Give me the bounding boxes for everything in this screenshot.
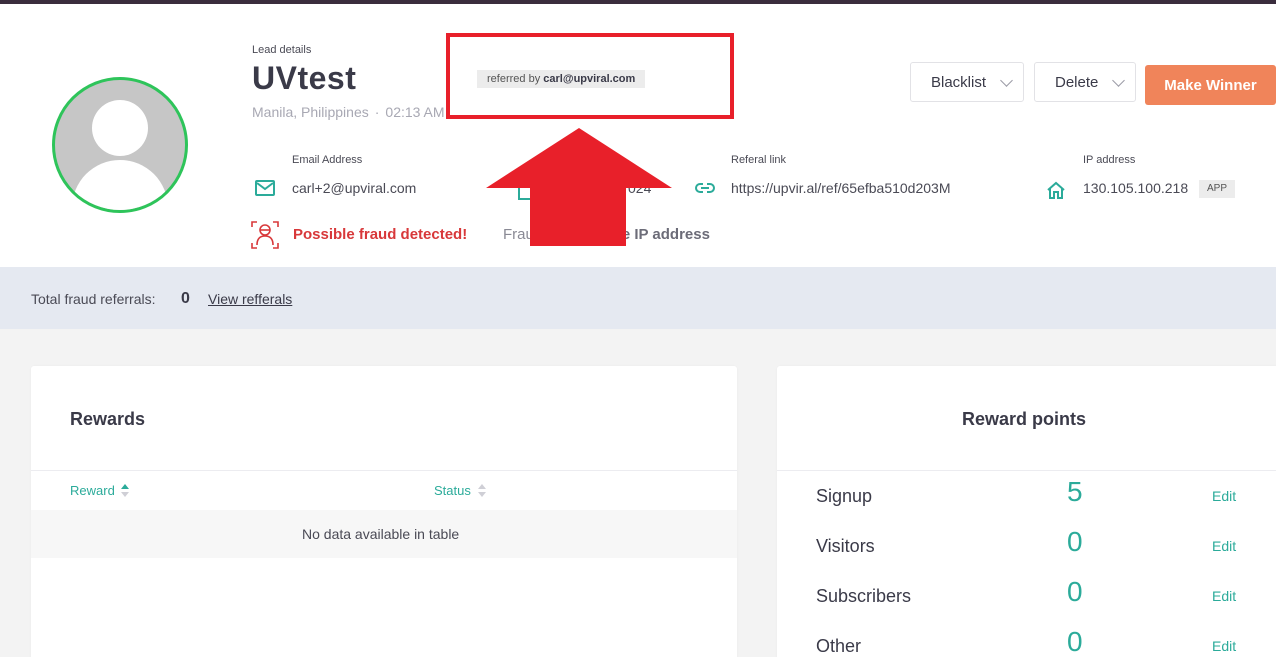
points-row-subscribers: Subscribers 0 Edit xyxy=(777,576,1276,626)
points-value: 0 xyxy=(1067,576,1083,607)
reward-points-title: Reward points xyxy=(962,409,1087,429)
total-fraud-label: Total fraud referrals: xyxy=(31,291,156,307)
lead-header: Lead details UVtest Manila, Philippines ·… xyxy=(0,4,1276,267)
edit-link[interactable]: Edit xyxy=(1212,538,1236,554)
points-name: Other xyxy=(816,636,862,656)
rewards-card: Rewards Reward Status No data available … xyxy=(31,366,737,657)
points-row-signup: Signup 5 Edit xyxy=(777,476,1276,526)
chevron-down-icon xyxy=(1112,74,1125,87)
reward-points-divider xyxy=(777,470,1276,471)
meta-separator: · xyxy=(374,104,380,120)
email-value: carl+2@upviral.com xyxy=(292,180,417,196)
points-value: 0 xyxy=(1067,526,1083,557)
points-row-other: Other 0 Edit xyxy=(777,626,1276,657)
referral-link-value[interactable]: https://upvir.al/ref/65efba510d203M xyxy=(731,180,950,196)
ip-label: IP address xyxy=(1083,154,1136,166)
total-fraud-count: 0 xyxy=(181,290,190,307)
points-name: Subscribers xyxy=(816,586,912,606)
points-row-visitors: Visitors 0 Edit xyxy=(777,526,1276,576)
mail-icon xyxy=(255,180,275,196)
avatar-head-shape xyxy=(92,100,148,156)
lead-details-label: Lead details xyxy=(252,44,312,56)
column-header-status[interactable]: Status xyxy=(434,483,471,498)
ip-app-badge: APP xyxy=(1199,180,1236,198)
ip-value: 130.105.100.218 xyxy=(1083,180,1189,196)
fraud-person-icon xyxy=(251,221,279,249)
fraud-summary-bar: Total fraud referrals: 0 View refferals xyxy=(0,267,1276,329)
edit-link[interactable]: Edit xyxy=(1212,588,1236,604)
delete-button[interactable]: Delete xyxy=(1034,62,1136,102)
link-icon xyxy=(695,183,715,193)
lead-meta: Manila, Philippines · 02:13 AM xyxy=(252,104,445,120)
lead-name: UVtest xyxy=(252,60,357,96)
referral-link-label: Referal link xyxy=(731,154,787,166)
blacklist-label: Blacklist xyxy=(931,73,987,91)
highlight-annotation-box xyxy=(446,33,734,119)
edit-link[interactable]: Edit xyxy=(1212,638,1236,654)
blacklist-button[interactable]: Blacklist xyxy=(910,62,1024,102)
home-icon xyxy=(1047,181,1065,199)
reward-points-card: Reward points Signup 5 Edit Visitors 0 E… xyxy=(777,366,1276,657)
lead-location: Manila, Philippines xyxy=(252,104,369,120)
sort-icon[interactable] xyxy=(478,483,486,497)
empty-table-message: No data available in table xyxy=(302,526,460,542)
points-value: 5 xyxy=(1067,476,1083,507)
arrow-up-annotation-icon xyxy=(486,128,672,246)
edit-link[interactable]: Edit xyxy=(1212,488,1236,504)
sort-ascending-icon[interactable] xyxy=(121,483,129,497)
rewards-divider xyxy=(31,470,737,471)
table-row: No data available in table xyxy=(31,510,737,558)
chevron-down-icon xyxy=(1000,74,1013,87)
email-label: Email Address xyxy=(292,154,363,166)
points-name: Visitors xyxy=(816,536,875,556)
avatar xyxy=(52,77,188,213)
delete-label: Delete xyxy=(1055,73,1099,91)
fraud-warning: Possible fraud detected! xyxy=(293,226,468,243)
make-winner-button[interactable]: Make Winner xyxy=(1145,65,1276,105)
avatar-body-shape xyxy=(72,160,168,210)
view-referrals-link[interactable]: View refferals xyxy=(208,291,292,307)
points-value: 0 xyxy=(1067,626,1083,657)
points-name: Signup xyxy=(816,486,873,506)
rewards-title: Rewards xyxy=(70,409,146,429)
lead-time: 02:13 AM xyxy=(385,104,445,120)
column-header-reward[interactable]: Reward xyxy=(70,483,115,498)
